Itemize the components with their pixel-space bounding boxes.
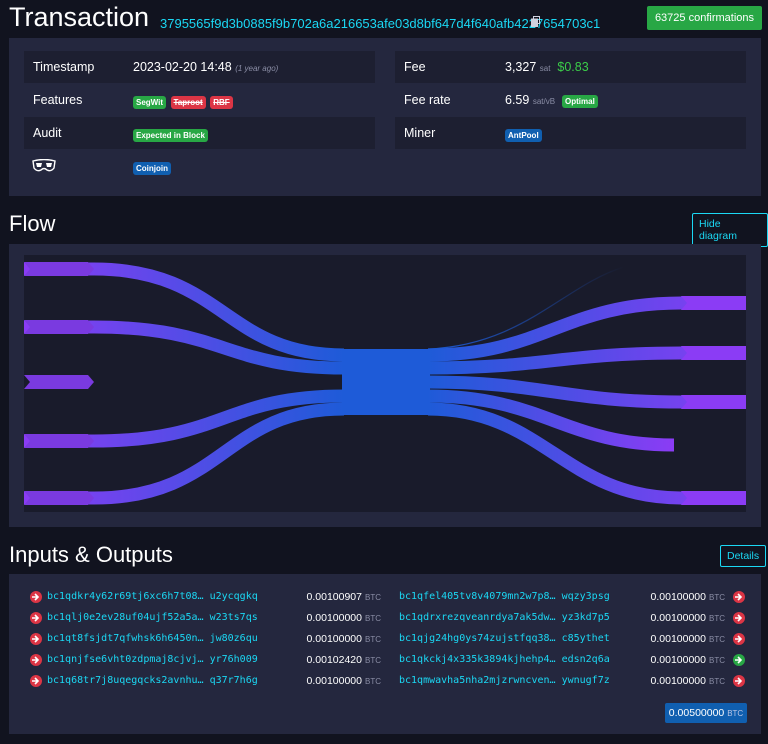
input-amount: 0.00100000 BTC	[306, 675, 381, 687]
output-spent-arrow-icon[interactable]	[733, 633, 745, 645]
output-spent-arrow-icon[interactable]	[733, 591, 745, 603]
feerate-row: Fee rate 6.59 sat/vB Optimal	[395, 84, 746, 116]
total-amount-badge: 0.00500000 BTC	[665, 703, 747, 723]
feerate-label: Fee rate	[404, 93, 451, 107]
flow-diagram	[9, 244, 761, 527]
features-label: Features	[33, 93, 83, 107]
output-row: bc1qfel405tv8v4079mn2w7p8… wqzy3psg 0.00…	[399, 588, 745, 606]
feerate-value: 6.59 sat/vB Optimal	[505, 93, 599, 108]
timestamp-value: 2023-02-20 14:48 (1 year ago)	[133, 60, 278, 74]
input-row: bc1qdkr4y62r69tj6xc6h7t08… u2ycqgkq 0.00…	[9, 588, 385, 606]
input-arrow-icon[interactable]	[30, 591, 42, 603]
timestamp-date: 2023-02-20 14:48	[133, 60, 232, 74]
output-amount: 0.00100000 BTC	[650, 633, 725, 645]
details-button[interactable]: Details	[720, 545, 767, 567]
audit-row: Audit Expected in Block	[24, 117, 375, 149]
input-address[interactable]: bc1qlj0e2ev28uf04ujf52a5a… w23ts7qs	[47, 612, 258, 623]
io-panel: bc1qdkr4y62r69tj6xc6h7t08… u2ycqgkq 0.00…	[9, 574, 761, 734]
input-row: bc1qlj0e2ev28uf04ujf52a5a… w23ts7qs 0.00…	[9, 609, 385, 627]
output-row: bc1qjg24hg0ys74zujstfqq38… c85ythet 0.00…	[399, 630, 745, 648]
output-address[interactable]: bc1qjg24hg0ys74zujstfqq38… c85ythet	[399, 633, 610, 644]
io-title: Inputs & Outputs	[9, 542, 173, 567]
timestamp-row: Timestamp 2023-02-20 14:48 (1 year ago)	[24, 51, 375, 83]
taproot-badge[interactable]: Taproot	[170, 96, 206, 109]
input-arrow-icon[interactable]	[30, 612, 42, 624]
mask-icon	[32, 159, 56, 172]
input-arrow-icon[interactable]	[30, 654, 42, 666]
input-row: bc1q68tr7j8uqegqcks2avnhu… q37r7h6g 0.00…	[9, 672, 385, 690]
flow-title: Flow	[9, 211, 56, 236]
output-spent-arrow-icon[interactable]	[733, 612, 745, 624]
hide-diagram-button[interactable]: Hide diagram	[692, 213, 768, 247]
output-unspent-arrow-icon[interactable]	[733, 654, 745, 666]
segwit-badge[interactable]: SegWit	[133, 96, 167, 109]
input-address[interactable]: bc1qnjfse6vht0zdpmaj8cjvj… yr76h009	[47, 654, 258, 665]
input-address[interactable]: bc1q68tr7j8uqegqcks2avnhu… q37r7h6g	[47, 675, 258, 686]
input-amount: 0.00102420 BTC	[306, 654, 381, 666]
rbf-badge[interactable]: RBF	[210, 96, 233, 109]
input-arrow-icon[interactable]	[30, 633, 42, 645]
features-badges: SegWit Taproot RBF	[133, 94, 234, 109]
timestamp-label: Timestamp	[33, 60, 95, 74]
output-row: bc1qdrxrezqveanrdya7ak5dw… yz3kd7p5 0.00…	[399, 609, 745, 627]
input-address[interactable]: bc1qt8fsjdt7qfwhsk6h6450n… jw80z6qu	[47, 633, 258, 644]
confirmations-badge: 63725 confirmations	[646, 6, 762, 30]
flow-svg	[24, 255, 746, 512]
feerate-number: 6.59	[505, 93, 530, 107]
fee-sat-unit: sat	[539, 64, 551, 73]
audit-label: Audit	[33, 126, 62, 140]
feerate-unit: sat/vB	[532, 97, 556, 106]
transaction-header: Transaction 3795565f9d3b0885f9b702a6a216…	[9, 2, 762, 36]
copy-icon[interactable]	[531, 16, 541, 27]
features-row: Features SegWit Taproot RBF	[24, 84, 375, 116]
fee-value: 3,327 sat $0.83	[505, 60, 589, 74]
input-row: bc1qnjfse6vht0zdpmaj8cjvj… yr76h009 0.00…	[9, 651, 385, 669]
output-address[interactable]: bc1qdrxrezqveanrdya7ak5dw… yz3kd7p5	[399, 612, 610, 623]
output-address[interactable]: bc1qfel405tv8v4079mn2w7p8… wqzy3psg	[399, 591, 610, 602]
fee-sat: 3,327	[505, 60, 537, 74]
coinjoin-row: Coinjoin	[24, 150, 375, 182]
miner-row: Miner AntPool	[395, 117, 746, 149]
coinjoin-badge[interactable]: Coinjoin	[133, 162, 171, 175]
miner-label: Miner	[404, 126, 436, 140]
fee-label: Fee	[404, 60, 426, 74]
output-amount: 0.00100000 BTC	[650, 591, 725, 603]
audit-badge[interactable]: Expected in Block	[133, 129, 208, 142]
feerate-badge[interactable]: Optimal	[562, 95, 598, 108]
output-row: bc1qkckj4x335k3894kjhehp4… edsn2q6a 0.00…	[399, 651, 745, 669]
output-amount: 0.00100000 BTC	[650, 675, 725, 687]
output-row: bc1qmwavha5nha2mjzrwncven… ywnugf7z 0.00…	[399, 672, 745, 690]
input-amount: 0.00100000 BTC	[306, 612, 381, 624]
fee-row: Fee 3,327 sat $0.83	[395, 51, 746, 83]
timestamp-ago: (1 year ago)	[235, 64, 279, 73]
output-address[interactable]: bc1qmwavha5nha2mjzrwncven… ywnugf7z	[399, 675, 610, 686]
page-title: Transaction	[9, 2, 150, 32]
fee-usd: $0.83	[557, 60, 589, 74]
input-amount: 0.00100000 BTC	[306, 633, 381, 645]
input-address[interactable]: bc1qdkr4y62r69tj6xc6h7t08… u2ycqgkq	[47, 591, 258, 602]
input-arrow-icon[interactable]	[30, 675, 42, 687]
miner-badge[interactable]: AntPool	[505, 129, 542, 142]
output-spent-arrow-icon[interactable]	[733, 675, 745, 687]
output-address[interactable]: bc1qkckj4x335k3894kjhehp4… edsn2q6a	[399, 654, 610, 665]
details-panel: Timestamp 2023-02-20 14:48 (1 year ago) …	[9, 38, 761, 196]
output-amount: 0.00100000 BTC	[650, 654, 725, 666]
output-amount: 0.00100000 BTC	[650, 612, 725, 624]
input-row: bc1qt8fsjdt7qfwhsk6h6450n… jw80z6qu 0.00…	[9, 630, 385, 648]
input-amount: 0.00100907 BTC	[306, 591, 381, 603]
